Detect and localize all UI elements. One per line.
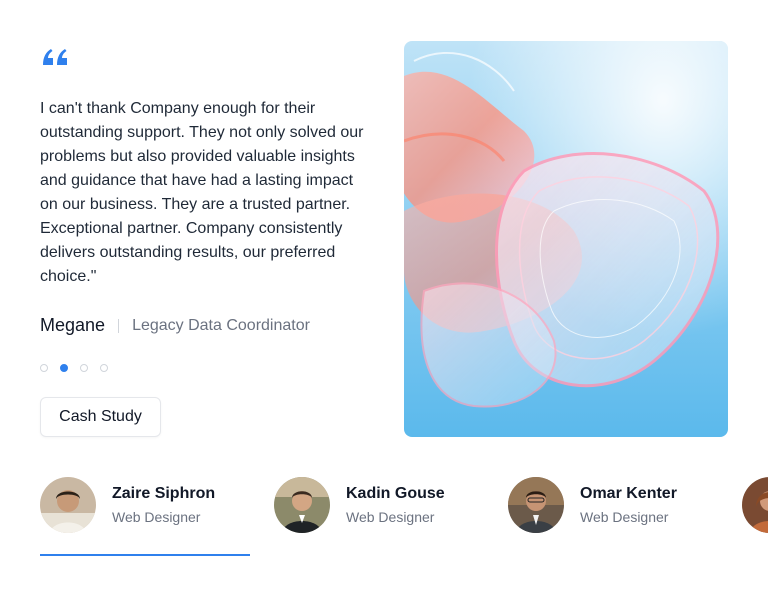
quote-icon (43, 49, 67, 65)
testimonial-author: Megane Legacy Data Coordinator (40, 315, 310, 336)
author-role: Legacy Data Coordinator (132, 316, 310, 334)
avatar (274, 477, 330, 533)
avatar (508, 477, 564, 533)
pagination-dot[interactable] (80, 364, 88, 372)
testimonial-quote: I can't thank Company enough for their o… (40, 100, 364, 285)
author-name: Megane (40, 315, 106, 335)
person-card[interactable]: Kadin Gouse Web Designer (274, 477, 445, 533)
author-divider (118, 318, 120, 333)
pagination-dot-active[interactable] (60, 364, 68, 372)
pagination-dot[interactable] (100, 364, 108, 372)
person-card[interactable]: Zaire Siphron Web Designer (40, 477, 215, 533)
person-role: Web Designer (346, 509, 435, 525)
person-name: Kadin Gouse (346, 485, 445, 502)
pagination-dot[interactable] (40, 364, 48, 372)
person-role: Web Designer (580, 509, 669, 525)
person-card[interactable]: Omar Kenter Web Designer (508, 477, 677, 533)
carousel-pagination (40, 364, 108, 372)
abstract-glass-image (404, 41, 728, 437)
person-card[interactable] (742, 477, 768, 533)
case-study-button[interactable]: Cash Study (40, 397, 161, 437)
hero-image (404, 41, 728, 437)
avatar (742, 477, 768, 533)
person-name: Zaire Siphron (112, 485, 216, 502)
active-person-indicator (40, 554, 250, 556)
person-name: Omar Kenter (580, 485, 677, 502)
team-selector: Zaire Siphron Web Designer Kadin Gouse W… (40, 477, 768, 537)
person-role: Web Designer (112, 509, 201, 525)
avatar (40, 477, 96, 533)
